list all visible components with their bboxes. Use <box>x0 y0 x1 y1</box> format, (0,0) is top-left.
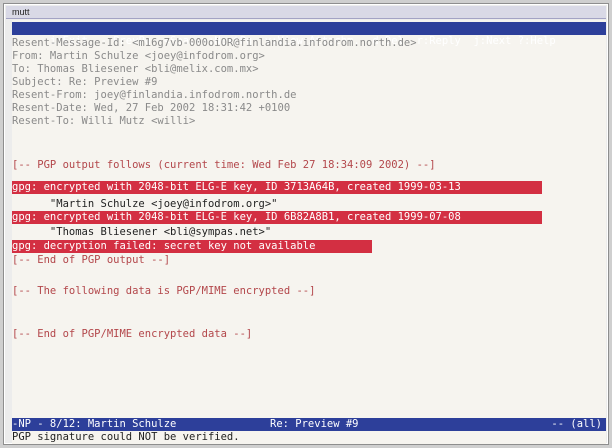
message-line: PGP signature could NOT be verified. <box>12 431 240 443</box>
pgp-mime-start: [-- The following data is PGP/MIME encry… <box>12 285 316 297</box>
status-percentage: -- (all) <box>551 418 602 430</box>
header-resent-date: Resent-Date: Wed, 27 Feb 2002 18:31:42 +… <box>12 102 291 114</box>
gpg-decryption-failed: gpg: decryption failed: secret key not a… <box>12 240 372 253</box>
terminal-screen[interactable]: i:Exit -:PrevPg <Space>:NextPg v:View At… <box>12 20 606 444</box>
gpg-recipient-1: "Martin Schulze <joey@infodrom.org>" <box>12 198 278 210</box>
gpg-recipient-2: "Thomas Bliesener <bli@sympas.net>" <box>12 226 272 238</box>
window-title: mutt <box>12 7 30 17</box>
gpg-encrypted-line-1: gpg: encrypted with 2048-bit ELG-E key, … <box>12 181 542 194</box>
status-subject: Re: Preview #9 <box>270 418 359 430</box>
status-position: -NP - 8/12: Martin Schulze <box>12 418 177 430</box>
header-resent-from: Resent-From: joey@finlandia.infodrom.nor… <box>12 89 297 101</box>
help-bar: i:Exit -:PrevPg <Space>:NextPg v:View At… <box>12 22 606 47</box>
terminal-window: mutt i:Exit -:PrevPg <Space>:NextPg v:Vi… <box>3 3 609 445</box>
header-subject: Subject: Re: Preview #9 <box>12 76 158 88</box>
window-titlebar[interactable]: mutt <box>6 6 606 19</box>
pgp-mime-end: [-- End of PGP/MIME encrypted data --] <box>12 328 253 340</box>
header-resent-to: Resent-To: Willi Mutz <willi> <box>12 115 196 127</box>
header-resent-message-id: Resent-Message-Id: <m16g7vb-000oiOR@finl… <box>12 37 417 49</box>
gpg-encrypted-line-2: gpg: encrypted with 2048-bit ELG-E key, … <box>12 211 542 224</box>
pgp-output-start: [-- PGP output follows (current time: We… <box>12 159 436 171</box>
pager-status-bar: -NP - 8/12: Martin Schulze Re: Preview #… <box>12 418 606 431</box>
header-to: To: Thomas Bliesener <bli@melix.com.mx> <box>12 63 259 75</box>
pgp-output-end: [-- End of PGP output --] <box>12 254 171 266</box>
header-from: From: Martin Schulze <joey@infodrom.org> <box>12 50 265 62</box>
